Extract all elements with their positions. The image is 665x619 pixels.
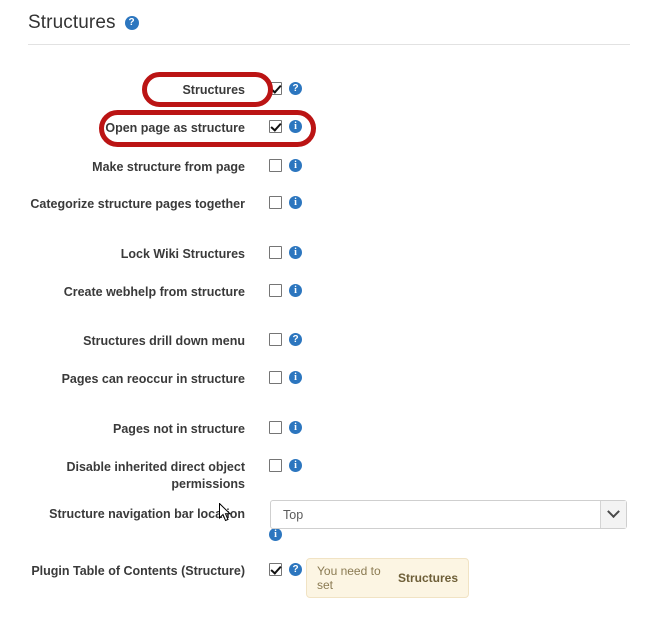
row-label: Plugin Table of Contents (Structure) [0,563,245,580]
form-row-make-structure-from-page: Make structure from page [0,159,665,176]
row-label: Structures [0,82,245,99]
structures-warning-message: You need to set Structures [306,558,469,598]
form-row-pages-can-reoccur-in-structure: Pages can reoccur in structure [0,371,665,388]
page-title-row: Structures [28,12,630,44]
form-row-create-webhelp-from-structure: Create webhelp from structure [0,284,665,301]
info-circle-icon[interactable] [289,246,302,259]
row-control [245,82,302,95]
checkbox-pages-can-reoccur-in-structure[interactable] [269,371,282,384]
form-row-pages-not-in-structure: Pages not in structure [0,421,665,438]
row-control [245,459,302,472]
help-circle-icon[interactable] [125,16,139,30]
form-row-lock-wiki-structures: Lock Wiki Structures [0,246,665,263]
help-circle-icon[interactable] [289,82,302,95]
checkbox-categorize-structure-pages-together[interactable] [269,196,282,209]
info-circle-icon[interactable] [289,459,302,472]
row-control [245,284,302,297]
help-circle-icon[interactable] [289,563,302,576]
row-control [245,159,302,172]
checkbox-structures-drill-down-menu[interactable] [269,333,282,346]
row-label: Create webhelp from structure [0,284,245,301]
row-control [245,421,302,434]
checkbox-structures[interactable] [269,82,282,95]
info-circle-icon[interactable] [289,421,302,434]
help-circle-icon[interactable] [289,333,302,346]
chevron-down-icon[interactable] [600,501,626,528]
row-label: Pages can reoccur in structure [0,371,245,388]
row-control [245,563,302,576]
form-row-open-page-as-structure: Open page as structure [0,120,665,137]
row-label: Structures drill down menu [0,333,245,350]
form-row-disable-inherited-direct-object-permissions: Disable inherited direct object permissi… [0,459,665,493]
checkbox-create-webhelp-from-structure[interactable] [269,284,282,297]
info-circle-icon[interactable] [269,528,282,541]
header-divider [28,44,630,45]
info-circle-icon[interactable] [289,120,302,133]
form-row-structures-drill-down-menu: Structures drill down menu [0,333,665,350]
warning-text-bold: Structures [398,571,458,585]
page-title: Structures [28,12,116,34]
select-selected-value: Top [271,508,600,522]
row-control [245,371,302,384]
checkbox-make-structure-from-page[interactable] [269,159,282,172]
info-circle-icon[interactable] [289,371,302,384]
checkbox-lock-wiki-structures[interactable] [269,246,282,259]
info-circle-icon[interactable] [289,196,302,209]
row-label: Categorize structure pages together [0,196,245,213]
row-label: Pages not in structure [0,421,245,438]
form-row-structures: Structures [0,82,665,99]
row-label: Structure navigation bar location [0,506,245,523]
row-label: Lock Wiki Structures [0,246,245,263]
form-row-categorize-structure-pages-together: Categorize structure pages together [0,196,665,213]
info-circle-icon[interactable] [289,284,302,297]
checkbox-disable-inherited-direct-object-permissions[interactable] [269,459,282,472]
checkbox-plugin-table-of-contents[interactable] [269,563,282,576]
row-control [245,196,302,209]
checkbox-pages-not-in-structure[interactable] [269,421,282,434]
checkbox-open-page-as-structure[interactable] [269,120,282,133]
row-label: Make structure from page [0,159,245,176]
warning-text: You need to set [317,564,398,592]
row-control [245,120,302,133]
structure-navigation-bar-location-select[interactable]: Top [270,500,627,529]
row-control [245,333,302,346]
row-label: Disable inherited direct object permissi… [0,459,245,493]
row-control [245,246,302,259]
info-circle-icon[interactable] [289,159,302,172]
row-label: Open page as structure [0,120,245,137]
page-header: Structures [28,12,630,45]
